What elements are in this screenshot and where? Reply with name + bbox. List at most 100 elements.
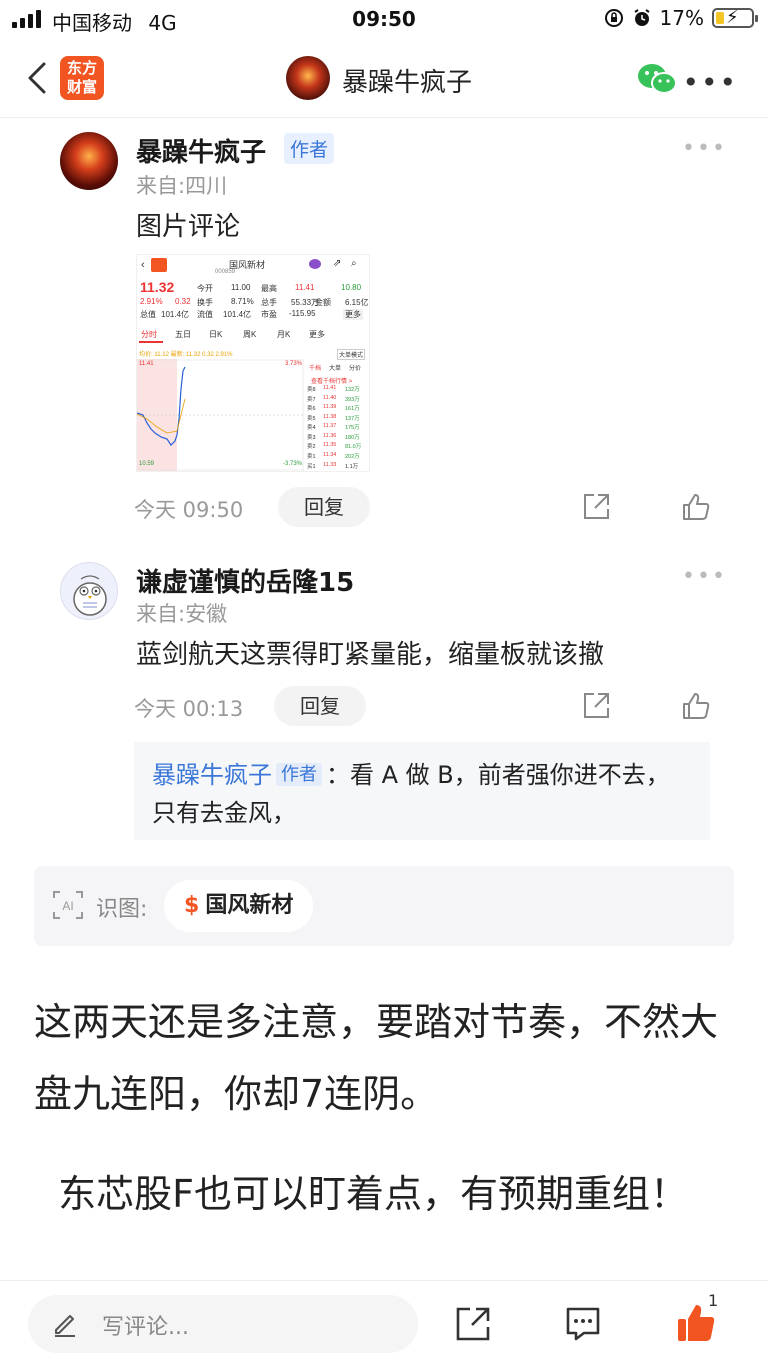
shot-bid-volume: 1.1万: [345, 464, 359, 470]
like-icon[interactable]: [680, 491, 712, 523]
shot-tab-underline: [139, 341, 163, 343]
ai-recognition-bar: AI 识图: $ 国风新材: [34, 866, 734, 946]
shot-ask-price: 11.41: [323, 385, 337, 391]
comment-input[interactable]: 写评论...: [28, 1295, 418, 1353]
share-icon[interactable]: [454, 1305, 492, 1343]
shot-ask-price: 11.40: [323, 394, 337, 401]
shot-panel-link: 查看千档行情 >: [311, 379, 353, 385]
comment-image[interactable]: ‹ 国风新材 000859 ⇗ ⌕ 11.32 2.91% 0.32 总值 10…: [136, 254, 370, 472]
shot-float: 101.4亿: [223, 310, 252, 319]
comment-text: 图片评论: [136, 212, 241, 242]
comment-location: 来自:安徽: [136, 602, 228, 626]
shot-eye-icon: [309, 259, 321, 269]
shot-open: 11.00: [231, 283, 251, 292]
reply-quote[interactable]: 暴躁牛疯子 作者 ：看 A 做 B，前者强你进不去，只有去金风，: [134, 742, 710, 840]
shot-search-icon: ⌕: [351, 258, 357, 269]
shot-ask-price: 11.38: [323, 413, 337, 420]
share-icon[interactable]: [580, 690, 612, 722]
shot-ask-label: 卖1: [307, 453, 316, 460]
shot-bid-price: 11.33: [323, 462, 337, 468]
app-logo: 东方 财富: [60, 56, 104, 100]
shot-ask-label: 卖7: [307, 396, 316, 403]
shot-pct: 2.91%: [140, 297, 163, 306]
shot-turnover-label: 换手: [197, 298, 213, 307]
shot-mcap-label: 总值: [140, 310, 156, 319]
shot-logo: [151, 258, 167, 272]
bottom-bar: 写评论... 1: [0, 1280, 768, 1366]
share-icon[interactable]: [580, 491, 612, 523]
shot-price: 11.32: [140, 279, 175, 295]
shot-open-label: 今开: [197, 284, 213, 293]
shot-back-icon: ‹: [141, 259, 145, 271]
shot-panel-tab: 千档: [309, 366, 322, 372]
shot-ask-volume: 393万: [345, 396, 360, 403]
shot-tab: 五日: [175, 330, 191, 339]
stock-chip-label: 国风新材: [205, 893, 294, 918]
shot-ask-volume: 180万: [345, 434, 360, 441]
shot-change: 0.32: [175, 297, 191, 306]
shot-amt-label: 金额: [315, 298, 331, 307]
shot-stock-code: 000859: [215, 269, 236, 275]
author-avatar-small[interactable]: [286, 56, 330, 100]
shot-ask-volume: 137万: [345, 415, 360, 422]
logo-line1: 东方: [66, 59, 97, 77]
logo-line2: 财富: [66, 78, 97, 96]
shot-ask-label: 卖2: [307, 444, 316, 450]
shot-tab: 月K: [277, 330, 291, 339]
shot-top-pct: 3.73%: [285, 361, 303, 367]
post-paragraph: 东芯股F也可以盯着点，有预期重组！: [34, 1172, 689, 1216]
shot-panel-tab: 大单: [329, 366, 342, 372]
comment-time: 今天 09:50: [134, 498, 244, 522]
shot-bottom-pct: -3.73%: [283, 461, 303, 467]
commenter-name[interactable]: 谦虚谨慎的岳隆15: [136, 562, 354, 599]
comment-placeholder: 写评论...: [102, 1315, 189, 1340]
reply-button[interactable]: 回复: [274, 686, 366, 726]
comment-text: 蓝剑航天这票得盯紧量能，缩量板就该撤: [136, 640, 605, 670]
comment-more-icon[interactable]: •••: [682, 136, 727, 161]
commenter-avatar[interactable]: [60, 132, 118, 190]
shot-ask-label: 卖8: [307, 387, 316, 393]
commenter-avatar[interactable]: [60, 562, 118, 620]
reply-button[interactable]: 回复: [278, 487, 370, 527]
shot-high-label: 最高: [261, 284, 277, 293]
like-icon[interactable]: [680, 690, 712, 722]
commenter-name[interactable]: 暴躁牛疯子: [136, 132, 266, 169]
shot-panel-tab: 分价: [349, 366, 362, 372]
shot-ask-label: 卖3: [307, 434, 316, 441]
shot-ask-label: 卖4: [307, 425, 316, 431]
status-bar: 中国移动 4G 09:50 17% ⚡: [0, 0, 768, 40]
shot-ask-label: 卖5: [307, 415, 316, 422]
page-title[interactable]: 暴躁牛疯子: [342, 62, 472, 99]
quote-author[interactable]: 暴躁牛疯子: [152, 761, 272, 789]
shot-float-label: 流值: [197, 310, 213, 319]
shot-ask-volume: 132万: [345, 387, 360, 393]
nav-bar: 东方 财富 暴躁牛疯子 •••: [0, 40, 768, 118]
shot-share-icon: ⇗: [333, 258, 342, 269]
ai-label: 识图:: [96, 897, 148, 922]
shot-ask-volume: 202万: [345, 453, 360, 460]
shot-pe: -115.95: [289, 309, 316, 318]
shot-mcap: 101.4亿: [161, 310, 190, 319]
shot-high: 11.41: [295, 283, 315, 292]
shot-ask-price: 11.39: [323, 404, 337, 410]
shot-tab: 分时: [141, 330, 157, 339]
back-icon[interactable]: [24, 60, 54, 96]
more-options-icon[interactable]: •••: [682, 66, 738, 99]
author-badge: 作者: [284, 133, 335, 164]
comment-icon[interactable]: [564, 1305, 602, 1343]
shot-pe-label: 市盈: [261, 310, 277, 319]
comment-location: 来自:四川: [136, 174, 228, 198]
shot-ask-label: 卖6: [307, 406, 316, 412]
shot-top-price: 11.41: [139, 361, 154, 367]
shot-avg-line: 均价: 11.12 最新: 11.32 0.32 2.91%: [139, 352, 233, 358]
owl-avatar-icon: [73, 575, 107, 616]
pencil-icon: [55, 1315, 75, 1337]
like-count: 1: [708, 1291, 719, 1310]
shot-ask-volume: 161万: [345, 406, 360, 412]
wechat-icon[interactable]: [636, 62, 678, 96]
comment-more-icon[interactable]: •••: [682, 564, 727, 589]
dollar-icon: $: [184, 893, 200, 918]
stock-chip[interactable]: $ 国风新材: [164, 880, 314, 932]
shot-ask-price: 11.37: [323, 423, 337, 429]
shot-prev: 10.80: [341, 283, 362, 292]
